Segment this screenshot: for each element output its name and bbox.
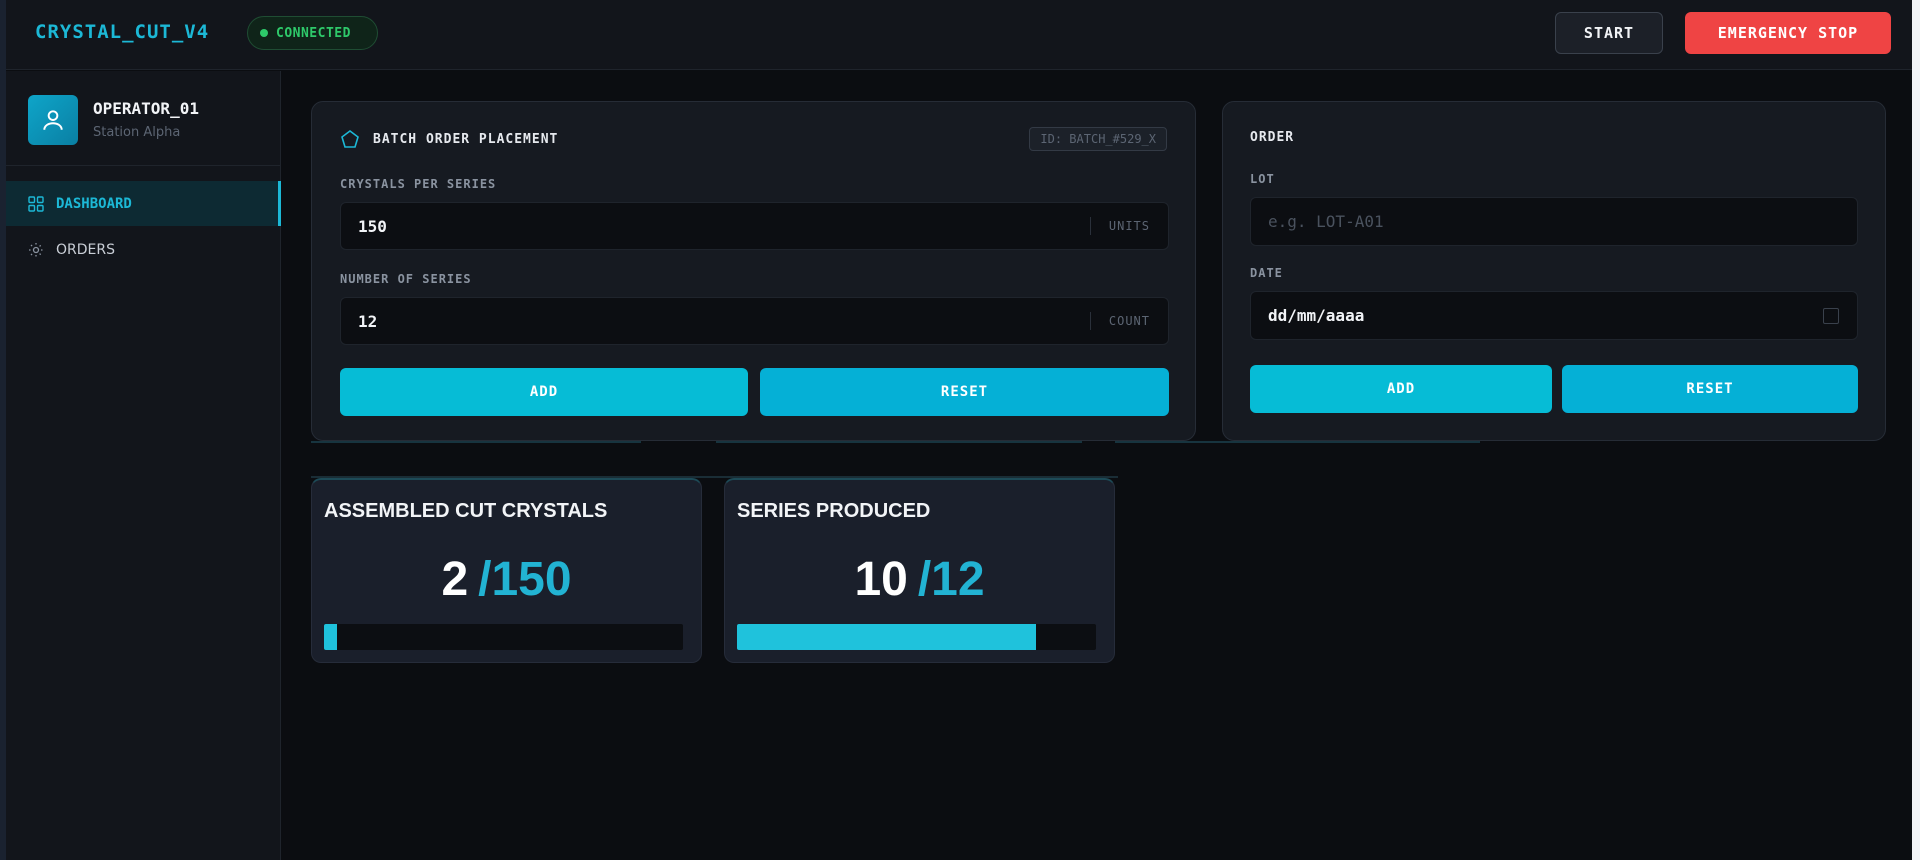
- status-dot-icon: [260, 29, 268, 37]
- app-title: CRYSTAL_CUT_V4: [35, 21, 210, 43]
- sidebar-item-label: ORDERS: [56, 241, 115, 258]
- stat-current: 2: [441, 553, 469, 606]
- order-panel-title: ORDER: [1250, 130, 1295, 145]
- number-of-series-label: NUMBER OF SERIES: [340, 272, 472, 286]
- crystals-per-series-label: CRYSTALS PER SERIES: [340, 177, 497, 191]
- crystals-per-series-input[interactable]: [341, 203, 1090, 249]
- progress-bar: [737, 624, 1096, 650]
- crystals-per-series-field: UNITS: [340, 202, 1169, 250]
- sidebar-item-label: DASHBOARD: [56, 195, 132, 212]
- count-suffix: COUNT: [1089, 312, 1168, 330]
- stat-total: /12: [917, 553, 985, 606]
- sidebar-item-dashboard[interactable]: DASHBOARD: [6, 181, 281, 226]
- date-input[interactable]: [1251, 292, 1823, 339]
- window-edge-right: [1912, 0, 1920, 860]
- date-label: DATE: [1250, 266, 1283, 280]
- gear-icon: [29, 242, 43, 257]
- lot-input[interactable]: [1251, 198, 1857, 245]
- lot-field: [1250, 197, 1858, 246]
- stat-total: /150: [478, 553, 572, 606]
- divider: [311, 441, 641, 443]
- order-reset-button[interactable]: RESET: [1562, 365, 1858, 413]
- stat-title: SERIES PRODUCED: [737, 500, 931, 522]
- user-profile: OPERATOR_01 Station Alpha: [6, 71, 281, 166]
- calendar-icon[interactable]: [1823, 307, 1839, 324]
- progress-bar: [324, 624, 683, 650]
- grid-icon: [28, 195, 44, 212]
- number-of-series-input[interactable]: [341, 298, 1090, 344]
- operator-station: Station Alpha: [93, 125, 181, 140]
- sidebar: OPERATOR_01 Station Alpha DASHBOARD ORDE…: [6, 71, 281, 860]
- user-icon: [43, 110, 63, 130]
- batch-reset-button[interactable]: RESET: [760, 368, 1169, 416]
- stat-value: 2/150: [312, 552, 701, 607]
- units-suffix: UNITS: [1089, 217, 1168, 235]
- sidebar-item-orders[interactable]: ORDERS: [6, 227, 281, 272]
- batch-id-badge: ID: BATCH_#529_X: [1029, 127, 1167, 151]
- batch-add-button[interactable]: ADD: [340, 368, 748, 416]
- connection-status-text: CONNECTED: [276, 25, 351, 41]
- emergency-stop-button[interactable]: EMERGENCY STOP: [1685, 12, 1891, 54]
- top-bar: CRYSTAL_CUT_V4 CONNECTED START EMERGENCY…: [6, 0, 1912, 70]
- progress-fill: [737, 624, 1037, 650]
- divider: [1115, 441, 1480, 443]
- avatar: [28, 95, 78, 145]
- order-add-button[interactable]: ADD: [1250, 365, 1552, 413]
- operator-name: OPERATOR_01: [93, 99, 199, 118]
- stat-current: 10: [854, 553, 908, 606]
- number-of-series-field: COUNT: [340, 297, 1169, 345]
- stat-value: 10/12: [725, 552, 1114, 607]
- date-field: [1250, 291, 1858, 340]
- pentagon-icon: [341, 130, 359, 148]
- series-produced-card: SERIES PRODUCED 10/12: [724, 478, 1115, 663]
- divider: [716, 441, 1082, 443]
- lot-label: LOT: [1250, 172, 1275, 186]
- assembled-crystals-card: ASSEMBLED CUT CRYSTALS 2/150: [311, 478, 702, 663]
- stat-title: ASSEMBLED CUT CRYSTALS: [324, 500, 608, 522]
- connection-status-badge: CONNECTED: [247, 16, 378, 50]
- order-panel: ORDER LOT DATE ADD RESET: [1222, 101, 1886, 441]
- batch-order-panel: BATCH ORDER PLACEMENT ID: BATCH_#529_X C…: [311, 101, 1196, 441]
- progress-fill: [324, 624, 337, 650]
- start-button[interactable]: START: [1555, 12, 1663, 54]
- batch-panel-title: BATCH ORDER PLACEMENT: [373, 132, 559, 147]
